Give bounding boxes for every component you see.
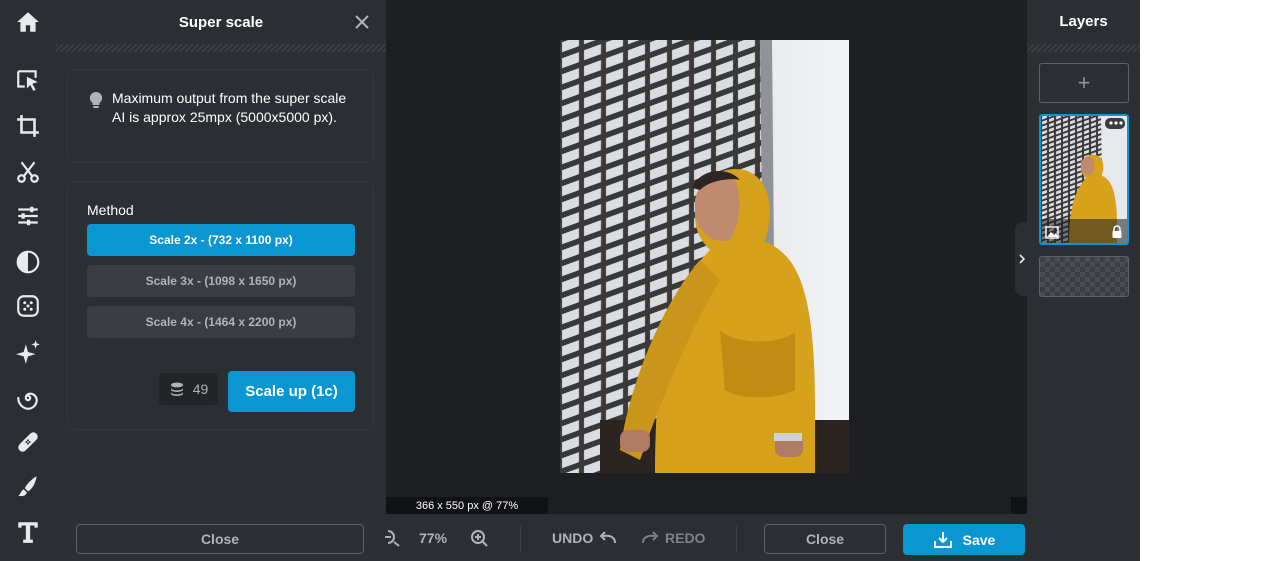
scale-4x-option[interactable]: Scale 4x - (1464 x 2200 px)	[87, 306, 355, 338]
layer-preview	[1041, 116, 1127, 243]
retouch-icon	[18, 432, 38, 452]
method-box: Method Scale 2x - (732 x 1100 px) Scale …	[67, 181, 374, 430]
home-button[interactable]	[8, 4, 48, 40]
download-icon	[933, 531, 952, 548]
ai-tools-icon	[16, 340, 40, 364]
text-tool[interactable]	[8, 514, 48, 550]
text-icon	[18, 522, 38, 543]
redo-icon	[642, 530, 659, 543]
liquify-icon	[17, 392, 38, 410]
method-label: Method	[87, 202, 134, 218]
credits-count: 49	[192, 381, 209, 397]
scale-3x-option[interactable]: Scale 3x - (1098 x 1650 px)	[87, 265, 355, 297]
zoom-level: 77%	[419, 529, 448, 546]
arrange-tool[interactable]	[8, 62, 48, 98]
canvas-area: 366 x 550 px @ 77%	[386, 0, 1027, 514]
draw-tool[interactable]	[8, 468, 48, 504]
zoom-in-button[interactable]	[470, 514, 488, 561]
add-layer-button[interactable]: +	[1039, 63, 1129, 103]
credits-badge: 49	[159, 373, 218, 405]
redo-button[interactable]: REDO	[641, 514, 705, 561]
effects-tool[interactable]	[8, 288, 48, 324]
save-label: Save	[962, 531, 996, 548]
tool-sidebar	[0, 0, 56, 561]
filter-icon	[16, 250, 40, 274]
undo-button[interactable]: UNDO	[552, 514, 617, 561]
canvas-scroll-corner	[1011, 497, 1027, 514]
ai-tools-tool[interactable]	[8, 334, 48, 370]
adjust-tool[interactable]	[8, 198, 48, 234]
dimensions-label: 366 x 550 px @ 77%	[386, 497, 548, 514]
layers-panel: Layers +	[1015, 0, 1140, 561]
crop-icon	[17, 115, 39, 137]
close-button[interactable]: Close	[764, 524, 886, 554]
panel-close-button[interactable]: Close	[76, 524, 364, 554]
cutout-tool[interactable]	[8, 154, 48, 190]
close-icon[interactable]	[352, 12, 372, 32]
lightbulb-icon	[89, 91, 103, 108]
adjust-icon	[18, 206, 38, 226]
draw-icon	[18, 476, 37, 497]
scale-up-button[interactable]: Scale up (1c)	[228, 371, 355, 412]
more-options-icon[interactable]	[1108, 120, 1124, 126]
scale-2x-option[interactable]: Scale 2x - (732 x 1100 px)	[87, 224, 355, 256]
info-box: Maximum output from the super scale AI i…	[67, 69, 374, 163]
zoom-out-button[interactable]	[384, 514, 400, 561]
layers-divider	[1027, 44, 1140, 52]
credits-icon	[170, 382, 183, 396]
undo-icon	[599, 530, 617, 543]
collapse-panel-button[interactable]	[1015, 222, 1029, 296]
photo-illustration	[560, 40, 849, 473]
zoom-out-icon	[385, 529, 400, 547]
zoom-in-icon	[471, 529, 488, 547]
home-icon	[17, 12, 39, 32]
chevron-right-icon	[1019, 254, 1026, 264]
cutout-icon	[17, 161, 39, 183]
toolbar-divider	[736, 526, 737, 552]
canvas-image[interactable]	[560, 40, 849, 473]
filter-tool[interactable]	[8, 244, 48, 280]
bottom-toolbar: 77% UNDO REDO Close Save	[384, 514, 1027, 561]
arrange-icon	[17, 70, 38, 91]
info-text: Maximum output from the super scale AI i…	[112, 90, 347, 125]
image-layer-icon	[1045, 226, 1059, 239]
layers-title: Layers	[1059, 13, 1108, 30]
header-divider	[56, 44, 386, 52]
save-button[interactable]: Save	[903, 524, 1025, 555]
effects-icon	[17, 295, 39, 317]
crop-tool[interactable]	[8, 108, 48, 144]
retouch-tool[interactable]	[8, 424, 48, 460]
layer-thumbnail[interactable]	[1039, 114, 1129, 245]
redo-label: REDO	[665, 529, 706, 546]
toolbar-divider	[520, 526, 521, 552]
panel-header: Super scale	[56, 0, 386, 44]
liquify-tool[interactable]	[8, 380, 48, 416]
transparent-layer-thumbnail[interactable]	[1039, 256, 1129, 297]
lock-icon[interactable]	[1111, 225, 1123, 239]
super-scale-panel: Super scale Maximum output from the supe…	[56, 0, 386, 561]
undo-label: UNDO	[552, 529, 594, 546]
panel-title: Super scale	[178, 13, 264, 31]
